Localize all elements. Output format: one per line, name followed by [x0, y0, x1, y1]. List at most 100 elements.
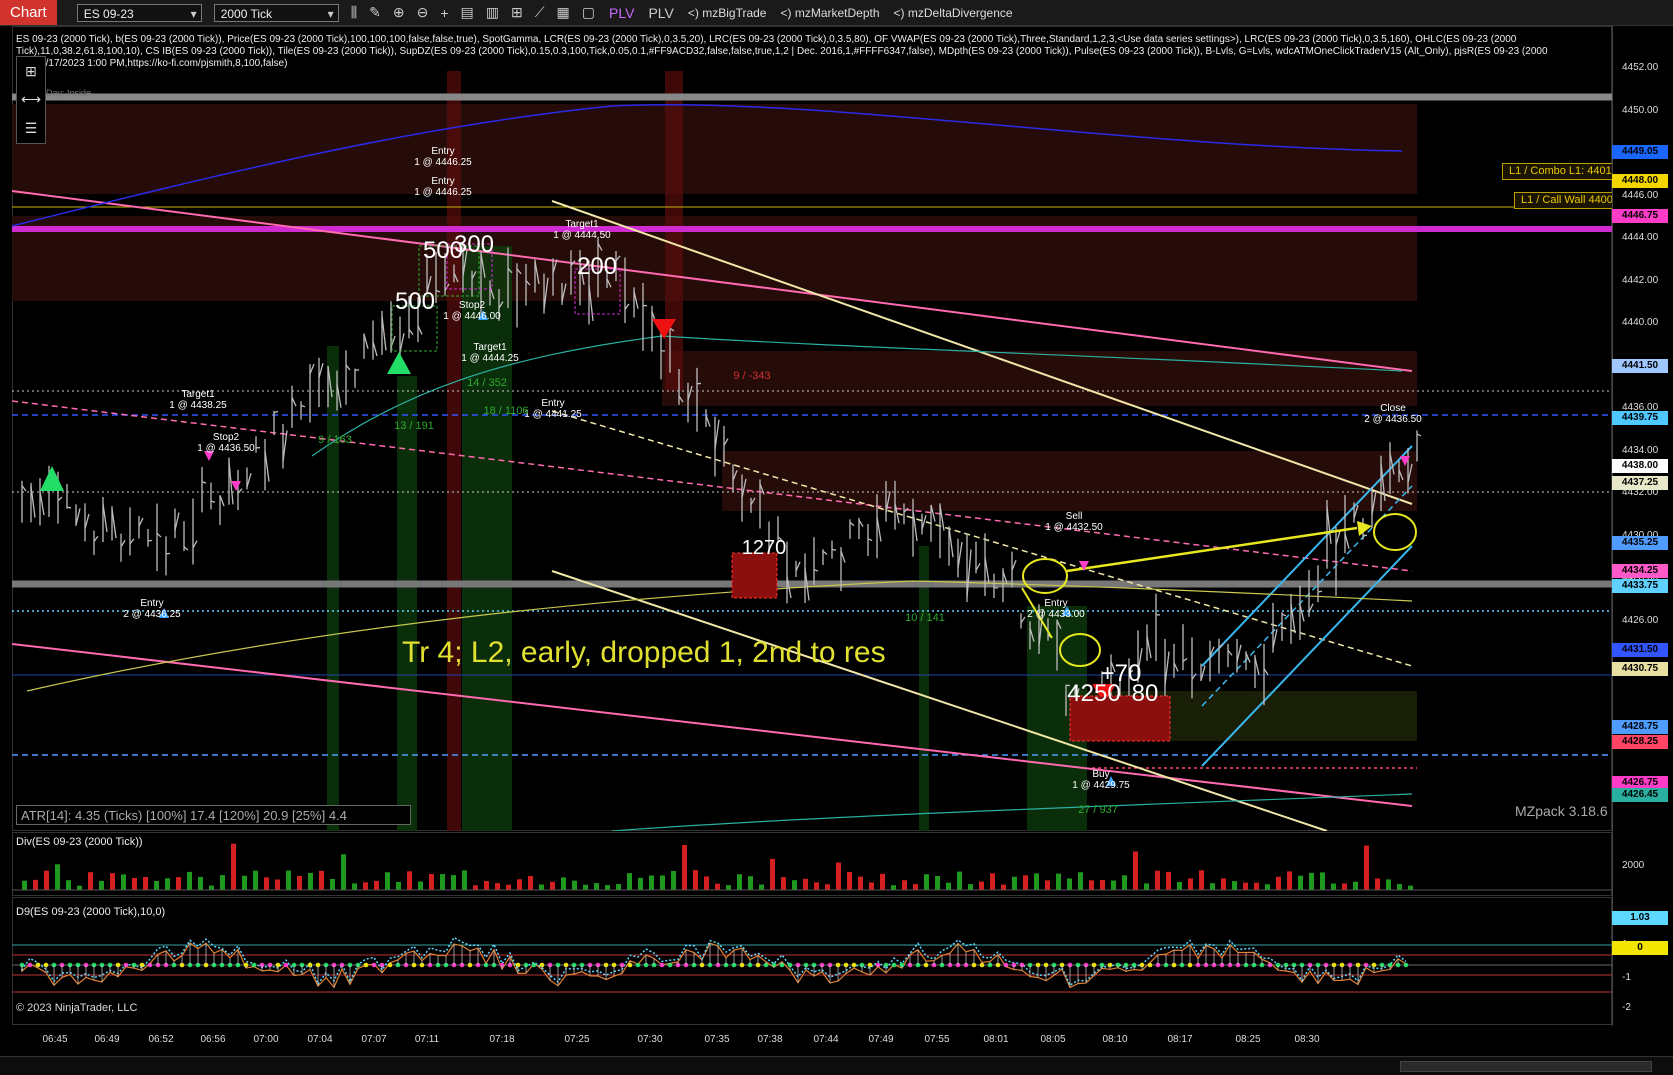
div-bar: [649, 876, 654, 890]
div-bar: [121, 874, 126, 890]
div-bar: [814, 882, 819, 890]
div-bar: [693, 870, 698, 890]
order-annotation: Entry2 @ 4436.25: [123, 598, 180, 620]
div-bar: [792, 880, 797, 890]
div-bar: [638, 878, 643, 890]
big-trade-size: 300: [454, 231, 494, 259]
div-bar: [858, 877, 863, 890]
zoom-in-icon[interactable]: ⊕: [393, 4, 405, 21]
chart-tab[interactable]: Chart: [0, 0, 57, 25]
div-bar: [770, 859, 775, 890]
div-bar: [759, 885, 764, 890]
price-marker-label: 4441.50: [1612, 359, 1668, 373]
div-bar: [440, 874, 445, 890]
div-bar: [374, 881, 379, 890]
div-bar: [935, 876, 940, 890]
time-axis-tick: 06:52: [148, 1034, 173, 1045]
div-bar: [847, 872, 852, 890]
div-bar: [33, 880, 38, 890]
order-annotation: Entry1 @ 4446.25: [414, 176, 471, 198]
volume-label: 13 / 191: [394, 420, 434, 432]
mzdeltadivergence-toggle[interactable]: <) mzDeltaDivergence: [894, 6, 1013, 20]
div-bar: [891, 885, 896, 890]
div-bar: [825, 884, 830, 890]
div-bar: [495, 883, 500, 890]
highlight-ellipse: [1023, 559, 1067, 593]
plv-button-2[interactable]: PLV: [648, 5, 673, 21]
scrollbar-thumb[interactable]: [1400, 1061, 1652, 1072]
d9-value-label: 0: [1612, 941, 1668, 955]
vwap-lower-band: [612, 794, 1412, 831]
order-annotation: Buy1 @ 4429.75: [1072, 769, 1129, 791]
div-bar: [1342, 883, 1347, 890]
order-annotation: Target11 @ 4444.25: [461, 342, 518, 364]
interval-select[interactable]: 2000 Tick: [214, 4, 339, 22]
div-bar: [1254, 883, 1259, 890]
div-bar: [176, 877, 181, 890]
div-bar: [1012, 877, 1017, 890]
div-bar: [561, 877, 566, 890]
div-bar: [1375, 878, 1380, 890]
div-bar: [1243, 883, 1248, 890]
indicators-icon[interactable]: ⊞: [511, 4, 523, 21]
div-bar: [737, 874, 742, 890]
big-trade-size: 1270: [742, 537, 787, 560]
templates-icon[interactable]: ▦: [557, 4, 570, 21]
div-bar: [165, 878, 170, 890]
div-bar: [330, 879, 335, 890]
d9-oscillator: [12, 897, 1612, 1025]
div-bar: [506, 885, 511, 890]
volume-label: 9 / 163: [318, 434, 352, 446]
div-bar: [704, 876, 709, 890]
mzpack-version: MZpack 3.18.6: [1515, 803, 1608, 819]
day-label: Day: Inside: [46, 88, 91, 98]
horizontal-scrollbar[interactable]: [0, 1056, 1673, 1075]
volume-label: 27 / 937: [1078, 804, 1118, 816]
big-trade-size: 80: [1132, 680, 1159, 708]
price-chart[interactable]: [12, 26, 1612, 831]
price-marker-label: 4428.25: [1612, 735, 1668, 749]
bar-type-icon[interactable]: ⫼: [351, 4, 357, 21]
d9-axis-tick: -2: [1622, 1002, 1631, 1013]
order-annotation: Target11 @ 4438.25: [169, 389, 226, 411]
crosshair-icon[interactable]: +: [440, 5, 448, 21]
div-bar: [1056, 874, 1061, 890]
div-bar: [1122, 875, 1127, 890]
draw-pencil-icon[interactable]: ✎: [369, 4, 381, 21]
div-bar: [1397, 884, 1402, 890]
price-marker-label: 4435.25: [1612, 536, 1668, 550]
plv-button-1[interactable]: PLV: [609, 5, 634, 21]
big-trade-size: 200: [577, 253, 617, 281]
price-axis-tick: 4446.00: [1622, 190, 1658, 201]
menu-icon[interactable]: ☰: [25, 120, 38, 137]
price-marker-label: 4428.75: [1612, 720, 1668, 734]
ruler-icon[interactable]: ⊞: [25, 63, 37, 80]
price-marker-label: 4431.50: [1612, 643, 1668, 657]
mzmarketdepth-toggle[interactable]: <) mzMarketDepth: [780, 6, 879, 20]
time-axis-tick: 07:25: [564, 1034, 589, 1045]
zoom-out-icon[interactable]: ⊖: [417, 4, 429, 21]
div-bar: [836, 862, 841, 890]
supply-zone-1: [12, 104, 1417, 194]
div-histogram: [12, 832, 1612, 896]
price-axis-tick: 4434.00: [1622, 445, 1658, 456]
trend-icon[interactable]: ⟋: [535, 4, 545, 21]
time-axis-tick: 07:07: [361, 1034, 386, 1045]
order-annotation: Entry2 @ 4433.00: [1027, 598, 1084, 620]
properties-icon[interactable]: ▤: [461, 4, 474, 21]
window-icon[interactable]: ▢: [582, 4, 595, 21]
div-bar: [66, 880, 71, 890]
instrument-select[interactable]: ES 09-23: [77, 4, 202, 22]
div-bar: [242, 876, 247, 890]
div-panel-title: Div(ES 09-23 (2000 Tick)): [16, 836, 143, 848]
time-axis-tick: 07:55: [924, 1034, 949, 1045]
time-axis-tick: 07:35: [704, 1034, 729, 1045]
copyright: © 2023 NinjaTrader, LLC: [16, 1002, 137, 1014]
div-bar: [88, 872, 93, 890]
horizontal-resize-icon[interactable]: ⟷: [21, 91, 41, 108]
strategies-icon[interactable]: ▥: [486, 4, 499, 21]
mzbigtrade-toggle[interactable]: <) mzBigTrade: [688, 6, 767, 20]
delta-bar: [327, 346, 339, 831]
div-bar: [264, 877, 269, 890]
div-bar: [132, 878, 137, 890]
